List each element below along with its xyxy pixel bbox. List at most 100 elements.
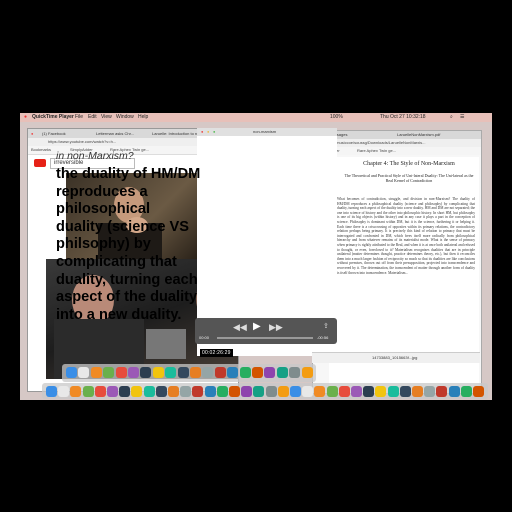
caption-line: into a new duality. — [56, 306, 182, 323]
dock-app-icon[interactable] — [229, 386, 240, 397]
dock-app-icon[interactable] — [265, 386, 277, 397]
dock-app-icon[interactable] — [302, 386, 314, 397]
rewind-icon[interactable]: ◀◀ — [233, 322, 247, 333]
dock-app-icon[interactable] — [140, 367, 152, 378]
youtube-logo-icon[interactable] — [34, 159, 46, 167]
dock-app-icon[interactable] — [165, 367, 177, 378]
play-icon[interactable]: ▶ — [253, 321, 261, 332]
dock-app-icon[interactable] — [363, 386, 375, 397]
pdf-address-bar[interactable]: Users/takemusiccoe/soussg/Downloads/Laru… — [313, 139, 481, 147]
dock-app-icon[interactable] — [424, 386, 436, 397]
dock-app-icon[interactable] — [152, 367, 164, 378]
dock-app-icon[interactable] — [204, 386, 216, 397]
dock-app-icon[interactable] — [90, 367, 102, 378]
dock-app-icon[interactable] — [252, 367, 263, 378]
dock-app-icon[interactable] — [107, 386, 118, 397]
dock-app-icon[interactable] — [103, 367, 115, 378]
dock-app-icon[interactable] — [192, 386, 204, 397]
dock-app-icon[interactable] — [143, 386, 155, 397]
menu-clock[interactable]: Thu Oct 27 10:32:18 — [380, 113, 426, 122]
zoom-icon[interactable]: ● — [213, 128, 215, 136]
pdf-tabs: ...ms - Messages LaruelleNonMarxism.pdf — [313, 131, 481, 139]
dock-app-icon[interactable] — [190, 367, 201, 378]
dock-app-icon[interactable] — [239, 367, 251, 378]
dock-app-icon[interactable] — [94, 386, 106, 397]
caption-line: aspect of the duality — [56, 289, 198, 306]
caption-line: duality (science VS — [56, 218, 190, 235]
caption-line: philsophy) by — [56, 236, 151, 253]
dock-app-icon[interactable] — [202, 367, 214, 378]
caption-line: duality, turning each — [56, 271, 198, 288]
dock-app-icon[interactable] — [227, 367, 239, 378]
dock-app-icon[interactable] — [70, 386, 82, 397]
apple-icon[interactable]: ● — [24, 113, 27, 122]
dock-app-icon[interactable] — [351, 386, 362, 397]
dock-app-icon[interactable] — [473, 386, 484, 397]
window-title: non-marxism — [253, 129, 277, 134]
download-file[interactable]: 14733883_1015663f...jpg — [312, 355, 417, 360]
dock-app-icon[interactable] — [301, 367, 313, 378]
bookmark-aphex-2[interactable]: Rare Aphex Twin ge... — [357, 147, 396, 155]
dock-app-icon[interactable] — [436, 386, 448, 397]
bookmark-bookmarks[interactable]: Bookmarks — [31, 146, 51, 154]
menu-view[interactable]: View — [101, 113, 112, 122]
dock-app-icon[interactable] — [276, 367, 288, 378]
share-icon[interactable]: ⇪ — [323, 322, 329, 330]
url-text: https://www.youtube.com/watch?v=h... — [48, 139, 117, 144]
menu-window[interactable]: Window — [116, 113, 134, 122]
dock-app-icon[interactable] — [82, 386, 94, 397]
dock-app-icon[interactable] — [131, 386, 143, 397]
close-icon[interactable]: ● — [31, 129, 33, 138]
menu-help[interactable]: Help — [138, 113, 148, 122]
caption-line: philosophical — [56, 201, 151, 218]
tab-letterman[interactable]: Letterman asks Chr... — [96, 129, 134, 138]
menubar: ● QuickTime Player File Edit View Window… — [20, 113, 492, 122]
menu-list-icon[interactable]: ☰ — [460, 113, 464, 122]
dock-app-icon[interactable] — [326, 386, 338, 397]
dock-app-icon[interactable] — [399, 386, 411, 397]
dock-app-icon[interactable] — [177, 367, 189, 378]
section-heading: The Theoretical and Practical Style of U… — [344, 173, 474, 183]
dock-app-icon[interactable] — [58, 386, 70, 397]
dock-app-icon[interactable] — [214, 367, 226, 378]
dock-app-icon[interactable] — [241, 386, 253, 397]
dock-app-icon[interactable] — [412, 386, 423, 397]
dock-app-icon[interactable] — [216, 386, 228, 397]
dock-app-icon[interactable] — [119, 386, 131, 397]
dock-app-icon[interactable] — [387, 386, 399, 397]
dock-app-icon[interactable] — [314, 386, 326, 397]
playback-controls: ◀◀ ▶ ▶▶ ⇪ 00:00 -00:56 — [195, 318, 337, 344]
scrubber-bar[interactable] — [217, 337, 313, 339]
dock-app-icon[interactable] — [128, 367, 139, 378]
dock-app-icon[interactable] — [155, 386, 167, 397]
dock-app-icon[interactable] — [289, 367, 301, 378]
dock — [42, 383, 488, 399]
battery-status[interactable]: 100% — [330, 113, 343, 122]
tab-facebook[interactable]: (1) Facebook — [42, 129, 66, 138]
dock-app-icon[interactable] — [168, 386, 179, 397]
dock-app-icon[interactable] — [115, 367, 127, 378]
minimize-icon[interactable]: ● — [207, 128, 209, 136]
pdf-bookmarks-bar: SimplyAdder Rare Aphex Twin ge... — [313, 147, 481, 155]
dock-app-icon[interactable] — [78, 367, 90, 378]
caption-line: the duality of HM/DM — [56, 166, 201, 182]
dock-app-icon[interactable] — [448, 386, 460, 397]
menu-app-name[interactable]: QuickTime Player — [32, 113, 74, 122]
dock-app-icon[interactable] — [66, 367, 77, 378]
search-icon[interactable]: ⌕ — [450, 113, 453, 122]
dock-app-icon[interactable] — [277, 386, 289, 397]
dock-app-icon[interactable] — [375, 386, 387, 397]
dock-app-icon[interactable] — [46, 386, 57, 397]
fast-forward-icon[interactable]: ▶▶ — [269, 322, 283, 333]
tab-pdf[interactable]: LaruelleNonMarxism.pdf — [397, 131, 440, 139]
dock-app-icon[interactable] — [253, 386, 265, 397]
dock-app-icon[interactable] — [264, 367, 276, 378]
menu-edit[interactable]: Edit — [88, 113, 97, 122]
dock-app-icon[interactable] — [290, 386, 301, 397]
menu-file[interactable]: File — [75, 113, 83, 122]
quicktime-titlebar: ● ● ● non-marxism — [197, 128, 337, 136]
close-icon[interactable]: ● — [201, 128, 203, 136]
dock-app-icon[interactable] — [180, 386, 192, 397]
dock-app-icon[interactable] — [338, 386, 350, 397]
dock-app-icon[interactable] — [460, 386, 472, 397]
